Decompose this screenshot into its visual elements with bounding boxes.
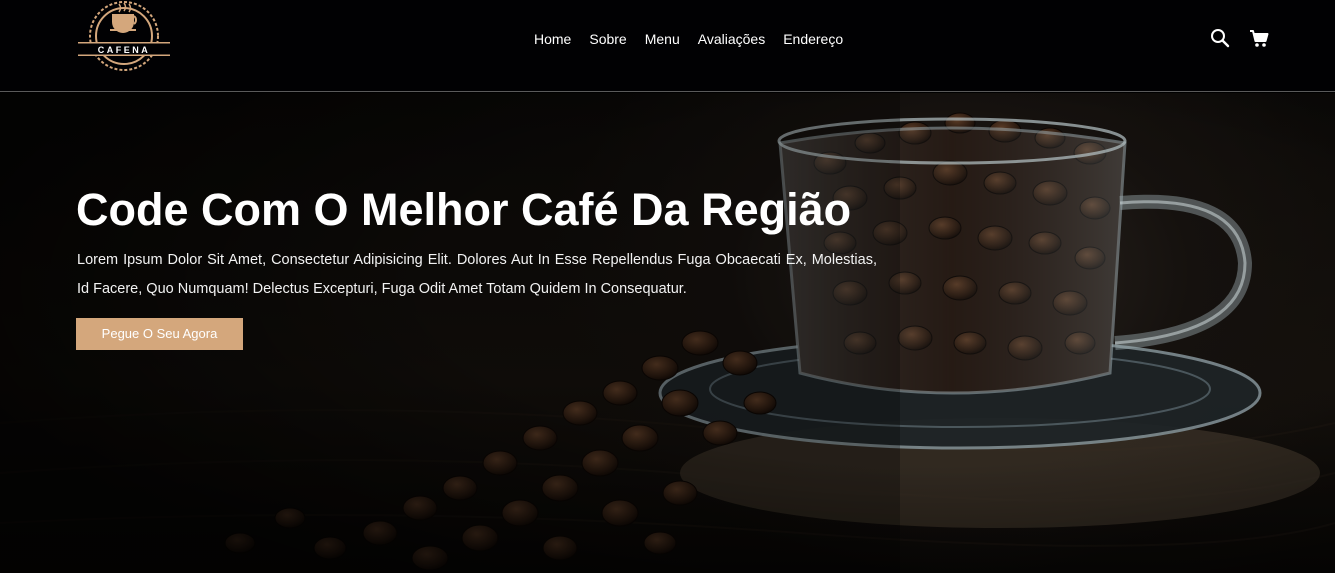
hero-description: Lorem Ipsum Dolor Sit Amet, Consectetur …	[77, 252, 877, 297]
nav-item-menu[interactable]: Menu	[645, 30, 680, 48]
search-icon[interactable]	[1210, 28, 1230, 48]
site-header: CAFENA Home Sobre Menu Avaliações Endere…	[0, 0, 1335, 92]
nav-item-sobre[interactable]: Sobre	[589, 30, 626, 48]
hero-section: Code Com O Melhor Café Da Região Lorem I…	[0, 93, 1335, 573]
cart-icon[interactable]	[1249, 28, 1269, 48]
logo-text: CAFENA	[98, 45, 151, 55]
nav-item-avaliacoes[interactable]: Avaliações	[698, 30, 765, 48]
hero-title: Code Com O Melhor Café Da Região	[76, 184, 852, 235]
nav-item-home[interactable]: Home	[534, 30, 571, 48]
main-nav: Home Sobre Menu Avaliações Endereço	[534, 30, 843, 48]
header-actions	[1210, 28, 1269, 48]
get-yours-button[interactable]: Pegue O Seu Agora	[76, 318, 243, 350]
nav-item-endereco[interactable]: Endereço	[783, 30, 843, 48]
cafena-logo[interactable]: CAFENA	[76, 0, 172, 78]
